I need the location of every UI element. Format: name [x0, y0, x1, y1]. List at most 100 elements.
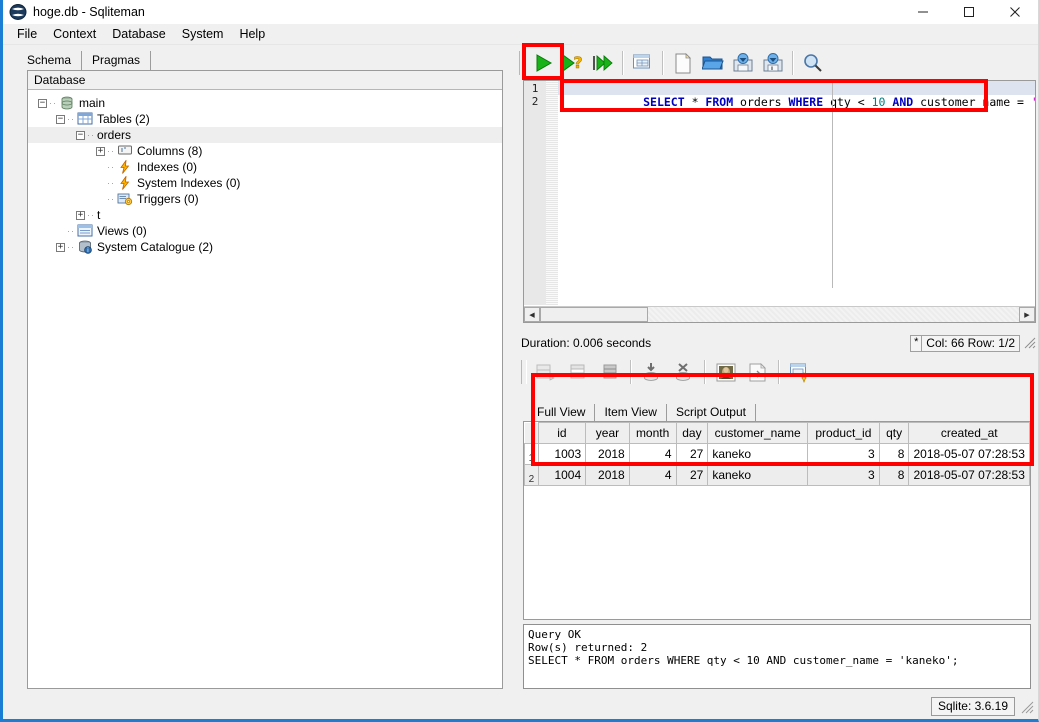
column-header-product-id[interactable]: product_id: [807, 422, 880, 444]
cell-month[interactable]: 4: [628, 443, 677, 465]
new-window-button[interactable]: [784, 358, 816, 386]
trigger-gear-icon: [117, 192, 133, 206]
delete-row-button[interactable]: [562, 358, 594, 386]
cell-created-at[interactable]: 2018-05-07 07:28:53: [908, 443, 1030, 465]
row-header[interactable]: 2: [524, 464, 539, 486]
cell-id[interactable]: 1004: [537, 464, 587, 486]
tab-script-output[interactable]: Script Output: [667, 404, 756, 421]
sqliteman-window: hoge.db - Sqliteman File Context Databas…: [0, 0, 1039, 722]
tree-item-t[interactable]: + ·· t: [28, 207, 502, 223]
title-bar: hoge.db - Sqliteman: [3, 0, 1038, 24]
save-sql-button[interactable]: [728, 48, 758, 78]
run-explain-button[interactable]: ?: [558, 48, 588, 78]
cell-qty[interactable]: 8: [878, 443, 910, 465]
tree-connector: ··: [49, 98, 57, 108]
cell-customer-name[interactable]: kaneko: [707, 464, 809, 486]
menu-help[interactable]: Help: [231, 25, 273, 43]
column-header-day[interactable]: day: [675, 422, 709, 444]
column-header-month[interactable]: month: [628, 422, 677, 444]
expander-icon[interactable]: +: [56, 242, 65, 252]
expander-icon[interactable]: +: [76, 210, 85, 220]
cell-id[interactable]: 1003: [537, 443, 587, 465]
column-header-qty[interactable]: qty: [878, 422, 910, 444]
maximize-button[interactable]: [946, 0, 992, 24]
sql-code-area[interactable]: SELECT * FROM orders WHERE qty < 10 AND …: [558, 81, 1035, 305]
create-view-button[interactable]: [628, 48, 658, 78]
tree-item-system-indexes[interactable]: ·· System Indexes (0): [28, 175, 502, 191]
tree-item-main[interactable]: − ·· main: [28, 95, 502, 111]
export-data-button[interactable]: [742, 358, 774, 386]
column-header-created-at[interactable]: created_at: [908, 422, 1030, 444]
scroll-left-button[interactable]: ◀: [524, 307, 540, 322]
tab-full-view[interactable]: Full View: [528, 404, 596, 421]
table-row[interactable]: 1 1003 2018 4 27 kaneko 3 8 2018-05-07 0…: [524, 443, 1030, 465]
close-button[interactable]: [992, 0, 1038, 24]
menu-database[interactable]: Database: [104, 25, 174, 43]
cell-day[interactable]: 27: [675, 443, 709, 465]
menu-system[interactable]: System: [174, 25, 232, 43]
cell-year[interactable]: 2018: [585, 464, 630, 486]
tree-item-orders[interactable]: − ·· orders: [28, 127, 502, 143]
tab-item-view[interactable]: Item View: [595, 404, 667, 421]
script-output-pane[interactable]: Query OK Row(s) returned: 2 SELECT * FRO…: [523, 624, 1031, 689]
cell-created-at[interactable]: 2018-05-07 07:28:53: [908, 464, 1030, 486]
column-header-id[interactable]: id: [537, 422, 587, 444]
blob-preview-button[interactable]: [710, 358, 742, 386]
insert-row-button[interactable]: [530, 358, 562, 386]
table-row[interactable]: 2 1004 2018 4 27 kaneko 3 8 2018-05-07 0…: [524, 464, 1030, 486]
schema-panel: Schema Pragmas Database − ·· main − ·· T…: [9, 50, 503, 689]
save-sql-as-button[interactable]: [758, 48, 788, 78]
toolbar-grip[interactable]: [521, 360, 527, 384]
expander-icon[interactable]: −: [56, 114, 65, 124]
row-header[interactable]: 1: [524, 443, 539, 465]
new-sql-button[interactable]: [668, 48, 698, 78]
sql-editor[interactable]: 1 2 SELECT * FROM orders WHERE qty < 10 …: [523, 80, 1036, 323]
toolbar-grip[interactable]: [519, 51, 525, 75]
column-header-customer-name[interactable]: customer_name: [707, 422, 809, 444]
menu-context[interactable]: Context: [45, 25, 104, 43]
result-grid-box[interactable]: id year month day customer_name product_…: [523, 421, 1031, 620]
expander-icon[interactable]: −: [38, 98, 47, 108]
panel-splitter[interactable]: [506, 50, 515, 689]
sql-line-1[interactable]: SELECT * FROM orders WHERE qty < 10 AND …: [558, 81, 1035, 109]
expander-placeholder: [96, 163, 105, 172]
cell-day[interactable]: 27: [675, 464, 709, 486]
tree-item-system-catalogue[interactable]: + ·· i System Catalogue (2): [28, 239, 502, 255]
tree-item-label: Tables (2): [97, 112, 150, 126]
column-header-year[interactable]: year: [585, 422, 630, 444]
fold-margin[interactable]: [546, 81, 558, 305]
result-table[interactable]: id year month day customer_name product_…: [524, 422, 1030, 486]
cell-month[interactable]: 4: [628, 464, 677, 486]
run-sql-button[interactable]: [528, 48, 558, 78]
cell-year[interactable]: 2018: [585, 443, 630, 465]
open-sql-button[interactable]: [698, 48, 728, 78]
tree-item-triggers[interactable]: ·· Triggers (0): [28, 191, 502, 207]
cell-product-id[interactable]: 3: [807, 443, 880, 465]
expander-icon[interactable]: −: [76, 130, 85, 140]
find-button[interactable]: [798, 48, 828, 78]
cell-product-id[interactable]: 3: [807, 464, 880, 486]
minimize-button[interactable]: [900, 0, 946, 24]
scroll-right-button[interactable]: ▶: [1019, 307, 1035, 322]
editor-horizontal-scrollbar[interactable]: ◀ ▶: [524, 306, 1035, 322]
tree-item-indexes[interactable]: ·· Indexes (0): [28, 159, 502, 175]
resize-grip-icon[interactable]: [1022, 335, 1036, 351]
database-tree[interactable]: − ·· main − ·· Tables (2) − ·· orders + …: [28, 91, 502, 688]
cell-customer-name[interactable]: kaneko: [707, 443, 809, 465]
commit-button[interactable]: [636, 358, 668, 386]
scrollbar-thumb[interactable]: [540, 307, 648, 322]
result-grid-inner[interactable]: id year month day customer_name product_…: [524, 422, 1030, 619]
expander-icon[interactable]: +: [96, 146, 105, 156]
tab-schema[interactable]: Schema: [17, 51, 83, 70]
truncate-table-button[interactable]: [594, 358, 626, 386]
step-forward-button[interactable]: [588, 48, 618, 78]
cell-qty[interactable]: 8: [878, 464, 910, 486]
tree-item-tables[interactable]: − ·· Tables (2): [28, 111, 502, 127]
tree-item-views[interactable]: ·· Views (0): [28, 223, 502, 239]
database-icon: [59, 96, 75, 110]
window-resize-grip-icon[interactable]: [1018, 698, 1034, 714]
rollback-button[interactable]: [668, 358, 700, 386]
tree-item-columns[interactable]: + ·· Columns (8): [28, 143, 502, 159]
tab-pragmas[interactable]: Pragmas: [82, 51, 152, 70]
menu-file[interactable]: File: [9, 25, 45, 43]
